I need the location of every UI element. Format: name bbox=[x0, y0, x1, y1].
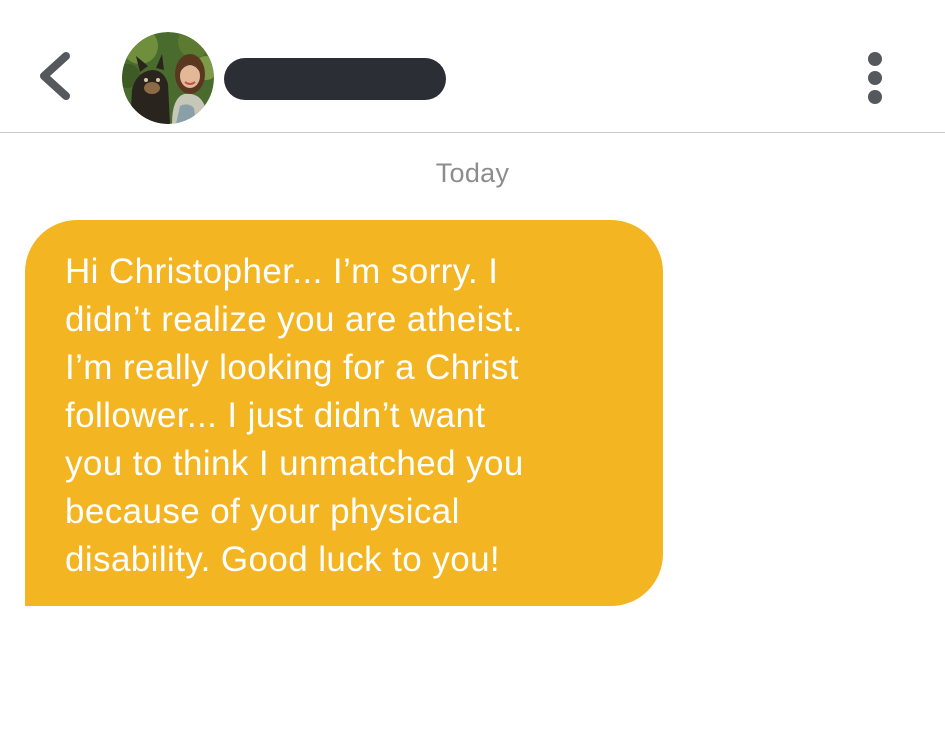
message-text: Hi Christopher... I’m sorry. I didn’t re… bbox=[65, 252, 524, 579]
back-button[interactable] bbox=[30, 46, 82, 106]
avatar[interactable] bbox=[122, 32, 214, 124]
more-options-button[interactable] bbox=[856, 48, 896, 108]
vertical-ellipsis-icon bbox=[868, 90, 882, 104]
chat-header bbox=[0, 0, 945, 133]
redacted-match-name bbox=[224, 58, 446, 100]
vertical-ellipsis-icon bbox=[868, 52, 882, 66]
profile-photo bbox=[122, 32, 214, 124]
date-divider: Today bbox=[435, 158, 510, 188]
chevron-left-icon bbox=[40, 52, 70, 100]
incoming-message-bubble[interactable]: Hi Christopher... I’m sorry. I didn’t re… bbox=[25, 220, 663, 606]
vertical-ellipsis-icon bbox=[868, 71, 882, 85]
